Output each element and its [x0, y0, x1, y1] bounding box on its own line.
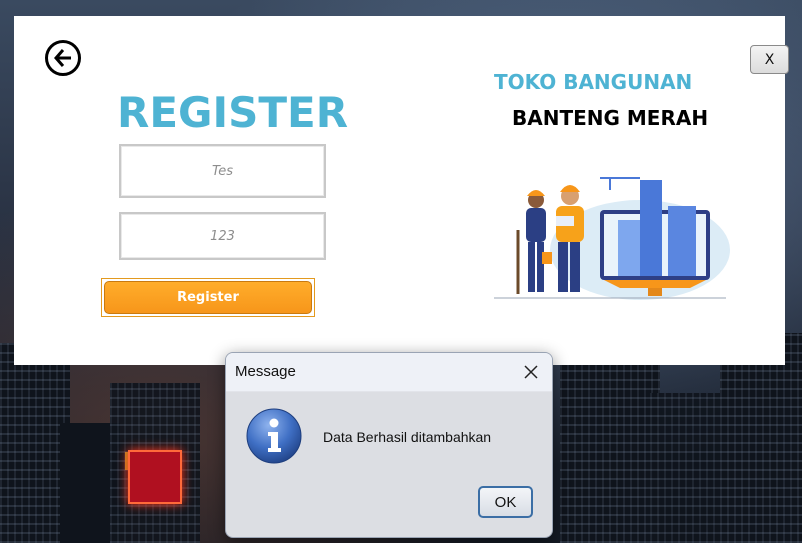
info-icon — [246, 408, 302, 464]
dialog-titlebar[interactable]: Message — [226, 353, 552, 392]
shop-subtitle: BANTENG MERAH — [512, 106, 709, 130]
dialog-title: Message — [235, 363, 296, 380]
username-field[interactable]: Tes — [119, 144, 326, 198]
shop-title: TOKO BANGUNAN — [494, 70, 693, 94]
construction-illustration — [494, 177, 730, 300]
register-window: X REGISTER Tes 123 Register TOKO BANGUNA… — [14, 16, 789, 365]
close-icon — [524, 365, 538, 379]
message-dialog: Message Data Berhasil ditambahkan OK — [225, 352, 553, 538]
background-building — [560, 353, 660, 543]
register-title: REGISTER — [117, 88, 349, 137]
close-window-button[interactable]: X — [750, 45, 789, 74]
dialog-message: Data Berhasil ditambahkan — [323, 429, 492, 445]
ok-button[interactable]: OK — [478, 486, 533, 518]
register-button[interactable]: Register — [104, 281, 312, 314]
password-field[interactable]: 123 — [119, 212, 326, 260]
back-button[interactable] — [45, 40, 81, 76]
background-building — [650, 393, 730, 543]
neon-sign — [128, 450, 182, 504]
arrow-left-icon — [54, 49, 71, 67]
dialog-close-button[interactable] — [518, 359, 544, 385]
